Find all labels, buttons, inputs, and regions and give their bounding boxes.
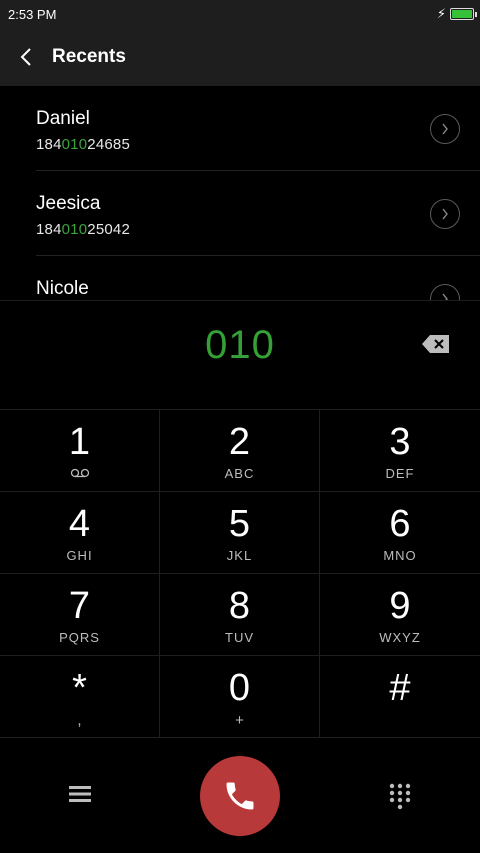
- dialpad-icon: [389, 783, 411, 810]
- contact-name: Daniel: [36, 108, 90, 129]
- phone-icon: [226, 782, 254, 810]
- charging-icon: ⚡: [436, 6, 446, 21]
- contact-detail-button[interactable]: [430, 114, 460, 144]
- app-bar: Recents: [0, 28, 480, 86]
- key-digit: 8: [228, 585, 251, 627]
- menu-icon: [69, 786, 91, 802]
- key-letters: +: [235, 712, 244, 729]
- key-letters: WXYZ: [379, 630, 421, 645]
- key-digit: *: [72, 667, 87, 709]
- key-2[interactable]: 2 ABC: [160, 410, 320, 492]
- key-letters: ,: [77, 712, 82, 729]
- key-digit: 1: [68, 421, 91, 463]
- key-letters: DEF: [385, 466, 415, 481]
- recents-list: Daniel 18401024685 Jeesica 18401025042 N…: [0, 86, 480, 300]
- key-star[interactable]: * ,: [0, 656, 160, 738]
- number-match: 010: [61, 221, 88, 238]
- dialpad-toggle-button[interactable]: [386, 782, 414, 810]
- page-title: Recents: [52, 46, 126, 67]
- key-5[interactable]: 5 JKL: [160, 492, 320, 574]
- status-time: 2:53 PM: [8, 6, 57, 22]
- key-digit: 9: [389, 585, 411, 627]
- key-digit: 4: [68, 503, 91, 545]
- key-7[interactable]: 7 PQRS: [0, 574, 160, 656]
- key-digit: 7: [68, 585, 91, 627]
- key-6[interactable]: 6 MNO: [320, 492, 480, 574]
- contact-number: 18401024685: [36, 136, 130, 153]
- menu-button[interactable]: [66, 782, 94, 806]
- chevron-right-icon: [442, 123, 448, 135]
- key-0[interactable]: 0 +: [160, 656, 320, 738]
- key-3[interactable]: 3 DEF: [320, 410, 480, 492]
- number-prefix: 184: [36, 136, 62, 153]
- chevron-right-icon: [442, 208, 448, 220]
- contact-detail-button[interactable]: [430, 199, 460, 229]
- back-arrow-icon: [20, 48, 31, 66]
- key-letters: TUV: [225, 630, 254, 645]
- key-8[interactable]: 8 TUV: [160, 574, 320, 656]
- contact-name: Nicole: [36, 278, 89, 299]
- battery-level: [452, 10, 472, 18]
- key-4[interactable]: 4 GHI: [0, 492, 160, 574]
- number-prefix: 184: [36, 221, 62, 238]
- key-hash[interactable]: #: [320, 656, 480, 738]
- key-1[interactable]: 1: [0, 410, 160, 492]
- dial-display: 010: [0, 300, 480, 411]
- contact-detail-button[interactable]: [430, 284, 460, 300]
- status-icons: ⚡: [436, 6, 477, 22]
- key-letters: MNO: [383, 548, 417, 563]
- key-9[interactable]: 9 WXYZ: [320, 574, 480, 656]
- key-letters: ABC: [224, 466, 255, 481]
- key-digit: 3: [389, 421, 411, 463]
- key-digit: #: [389, 667, 411, 709]
- key-letters: PQRS: [59, 630, 100, 645]
- keypad: 1 2 ABC 3 DEF 4 GHI 5 JKL 6 MNO 7 PQRS 8…: [0, 409, 480, 740]
- back-button[interactable]: [0, 28, 52, 86]
- battery-icon: [450, 8, 477, 20]
- dialed-number: 010: [205, 323, 275, 367]
- recent-item[interactable]: Jeesica 18401025042: [36, 171, 480, 256]
- chevron-right-icon: [442, 293, 448, 300]
- key-letters: JKL: [226, 548, 253, 563]
- number-suffix: 25042: [87, 221, 130, 238]
- key-letters: GHI: [66, 548, 93, 563]
- status-bar: 2:53 PM ⚡: [0, 0, 480, 28]
- key-digit: 2: [228, 421, 251, 463]
- contact-number: 18401025042: [36, 221, 130, 238]
- backspace-icon: [422, 335, 449, 353]
- backspace-button[interactable]: [418, 331, 454, 357]
- voicemail-icon: [70, 468, 90, 478]
- number-suffix: 24685: [87, 136, 130, 153]
- number-match: 010: [61, 136, 88, 153]
- key-digit: 0: [228, 667, 251, 709]
- call-button[interactable]: [200, 756, 280, 836]
- key-digit: 6: [389, 503, 411, 545]
- recent-item[interactable]: Daniel 18401024685: [36, 86, 480, 171]
- recent-item[interactable]: Nicole: [36, 256, 480, 300]
- contact-name: Jeesica: [36, 193, 101, 214]
- bottom-bar: [0, 739, 480, 853]
- key-digit: 5: [228, 503, 251, 545]
